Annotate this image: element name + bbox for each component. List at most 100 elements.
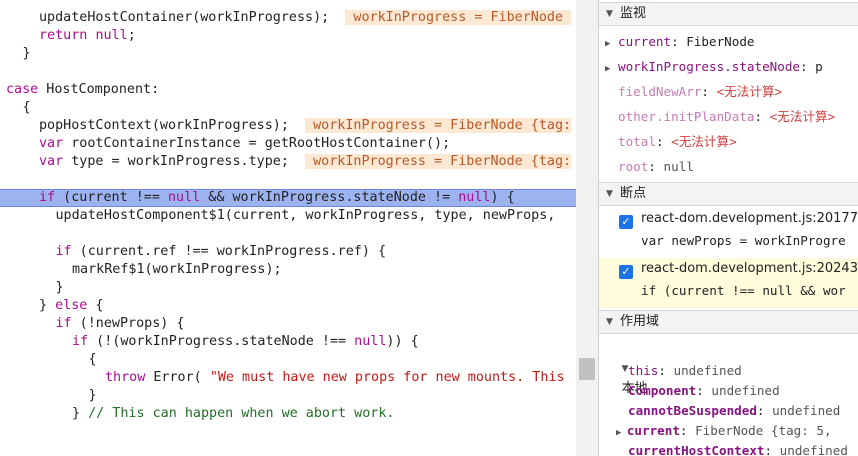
watch-expression-value: p bbox=[815, 59, 823, 74]
code-token: if bbox=[39, 190, 56, 205]
code-token: } bbox=[39, 298, 56, 313]
code-token: null bbox=[354, 334, 387, 349]
inline-value-badge: workInProgress = FiberNode bbox=[345, 10, 572, 25]
watch-expression-name: current bbox=[618, 34, 672, 49]
code-token: if bbox=[72, 334, 89, 349]
watch-expression[interactable]: other.initPlanData: <无法计算> bbox=[605, 107, 858, 127]
code-line[interactable]: return null; bbox=[0, 27, 576, 45]
watch-expression[interactable]: fieldNewArr: <无法计算> bbox=[605, 82, 858, 102]
collapse-triangle-icon[interactable]: ▼ bbox=[606, 183, 613, 205]
watch-separator: : bbox=[754, 109, 770, 124]
code-token: if bbox=[55, 244, 72, 259]
source-code-pane[interactable]: updateHostContainer(workInProgress); wor… bbox=[0, 0, 576, 456]
code-line[interactable]: if (current.ref !== workInProgress.ref) … bbox=[0, 243, 576, 261]
code-token: ) { bbox=[490, 190, 515, 205]
watch-expression[interactable]: root: null bbox=[605, 157, 858, 177]
active-breakpoint[interactable]: ✓ react-dom.development.js:20243 if (curre… bbox=[599, 258, 858, 308]
code-line[interactable]: var type = workInProgress.type; workInPr… bbox=[0, 153, 576, 171]
scope-variable-name: this bbox=[628, 363, 659, 378]
scope-variable-value: undefined bbox=[673, 363, 742, 378]
scope-variable[interactable]: this: undefined bbox=[628, 361, 858, 381]
code-line[interactable] bbox=[0, 63, 576, 81]
scope-variable[interactable]: Component: undefined bbox=[628, 381, 858, 401]
code-line[interactable]: } // This can happen when we abort work. bbox=[0, 405, 576, 423]
code-token: updateHostContainer(workInProgress); bbox=[39, 10, 346, 25]
collapse-triangle-icon[interactable]: ▼ bbox=[606, 311, 613, 333]
watch-expression-name: total bbox=[618, 134, 656, 149]
watch-expression[interactable]: total: <无法计算> bbox=[605, 132, 858, 152]
code-line[interactable]: { bbox=[0, 351, 576, 369]
code-line[interactable]: } else { bbox=[0, 297, 576, 315]
code-token: (!newProps) { bbox=[71, 316, 185, 331]
code-line[interactable] bbox=[0, 225, 576, 243]
scope-local-header[interactable]: ▼ 本地 bbox=[605, 338, 858, 396]
code-token: return bbox=[39, 28, 88, 43]
code-line[interactable] bbox=[0, 171, 576, 189]
scope-variable[interactable]: cannotBeSuspended: undefined bbox=[628, 401, 858, 421]
code-token: } bbox=[88, 388, 97, 403]
code-token: HostComponent: bbox=[38, 82, 160, 97]
scope-variable-name: cannotBeSuspended bbox=[628, 403, 757, 418]
watch-expression-value: null bbox=[663, 159, 694, 174]
code-token: null bbox=[458, 190, 491, 205]
code-line[interactable]: } bbox=[0, 45, 576, 63]
scrollbar-thumb[interactable] bbox=[579, 358, 595, 380]
watch-expression-value: FiberNode bbox=[686, 34, 755, 49]
watch-expression-value: <无法计算> bbox=[716, 84, 783, 99]
watch-expression-name: other.initPlanData bbox=[618, 109, 755, 124]
breakpoint-item[interactable]: ✓ react-dom.development.js:20177 var newPr… bbox=[599, 208, 858, 258]
scope-variable-name: currentHostContext bbox=[628, 443, 765, 456]
code-line[interactable]: case HostComponent: bbox=[0, 81, 576, 99]
expand-triangle-icon[interactable]: ▶ bbox=[616, 428, 627, 438]
code-line[interactable]: updateHostContainer(workInProgress); wor… bbox=[0, 9, 576, 27]
code-token: null bbox=[95, 28, 128, 43]
expand-triangle-icon[interactable]: ▶ bbox=[605, 64, 610, 74]
code-token: { bbox=[87, 298, 104, 313]
code-scrollbar[interactable] bbox=[576, 0, 598, 456]
breakpoint-checkbox[interactable]: ✓ bbox=[619, 215, 633, 229]
code-line[interactable]: if (!newProps) { bbox=[0, 315, 576, 333]
code-token: popHostContext(workInProgress); bbox=[39, 118, 306, 133]
code-token: markRef$1(workInProgress); bbox=[72, 262, 282, 277]
paused-code-line[interactable]: if (current !== null && workInProgress.s… bbox=[0, 189, 576, 207]
watch-expression-value: <无法计算> bbox=[671, 134, 737, 149]
code-line[interactable]: var rootContainerInstance = getRootHostC… bbox=[0, 135, 576, 153]
code-token: else bbox=[55, 298, 88, 313]
expand-triangle-icon[interactable]: ▶ bbox=[605, 39, 610, 49]
breakpoints-section-header[interactable]: ▼ 断点 bbox=[599, 182, 858, 206]
watch-separator: : bbox=[648, 159, 664, 174]
code-line[interactable]: } bbox=[0, 279, 576, 297]
code-token: { bbox=[22, 100, 31, 115]
collapse-triangle-icon[interactable]: ▼ bbox=[606, 3, 613, 25]
breakpoint-checkbox[interactable]: ✓ bbox=[619, 265, 633, 279]
code-line[interactable]: popHostContext(workInProgress); workInPr… bbox=[0, 117, 576, 135]
code-token: if bbox=[55, 316, 72, 331]
scope-variable[interactable]: ▶ current: FiberNode {tag: 5, bbox=[616, 421, 858, 441]
code-line[interactable]: throw Error( "We must have new props for… bbox=[0, 369, 576, 387]
scope-variable-value: undefined bbox=[711, 383, 780, 398]
watch-expression[interactable]: ▶ current: FiberNode bbox=[605, 32, 858, 52]
code-token: (current !== bbox=[55, 190, 168, 205]
scope-variable-name: Component bbox=[628, 383, 697, 398]
code-token: )) { bbox=[386, 334, 419, 349]
watch-section-header[interactable]: ▼ 监视 bbox=[599, 2, 858, 26]
code-token: "We must have new props for new mounts. … bbox=[209, 370, 565, 385]
code-line[interactable]: updateHostComponent$1(current, workInPro… bbox=[0, 207, 576, 225]
scope-variable[interactable]: currentHostContext: undefined bbox=[628, 441, 858, 456]
scope-section-header[interactable]: ▼ 作用域 bbox=[599, 310, 858, 334]
scope-separator: : bbox=[696, 383, 712, 398]
debugger-sidebar: ▼ 监视 ▶ current: FiberNode ▶ workInProgres… bbox=[598, 0, 858, 456]
code-line[interactable]: } bbox=[0, 387, 576, 405]
watch-separator: : bbox=[671, 34, 687, 49]
scope-separator: : bbox=[658, 363, 674, 378]
watch-expression[interactable]: ▶ workInProgress.stateNode: p bbox=[605, 57, 858, 77]
inline-value-badge: workInProgress = FiberNode {tag: bbox=[305, 118, 572, 133]
code-line[interactable]: markRef$1(workInProgress); bbox=[0, 261, 576, 279]
code-line[interactable]: { bbox=[0, 99, 576, 117]
code-line[interactable]: if (!(workInProgress.stateNode !== null)… bbox=[0, 333, 576, 351]
watch-expression-name: fieldNewArr bbox=[618, 84, 702, 99]
watch-separator: : bbox=[655, 134, 672, 149]
code-token: // This can happen when we abort work. bbox=[88, 406, 395, 421]
scope-section-title: 作用域 bbox=[620, 314, 660, 329]
scope-separator: : bbox=[764, 443, 780, 456]
